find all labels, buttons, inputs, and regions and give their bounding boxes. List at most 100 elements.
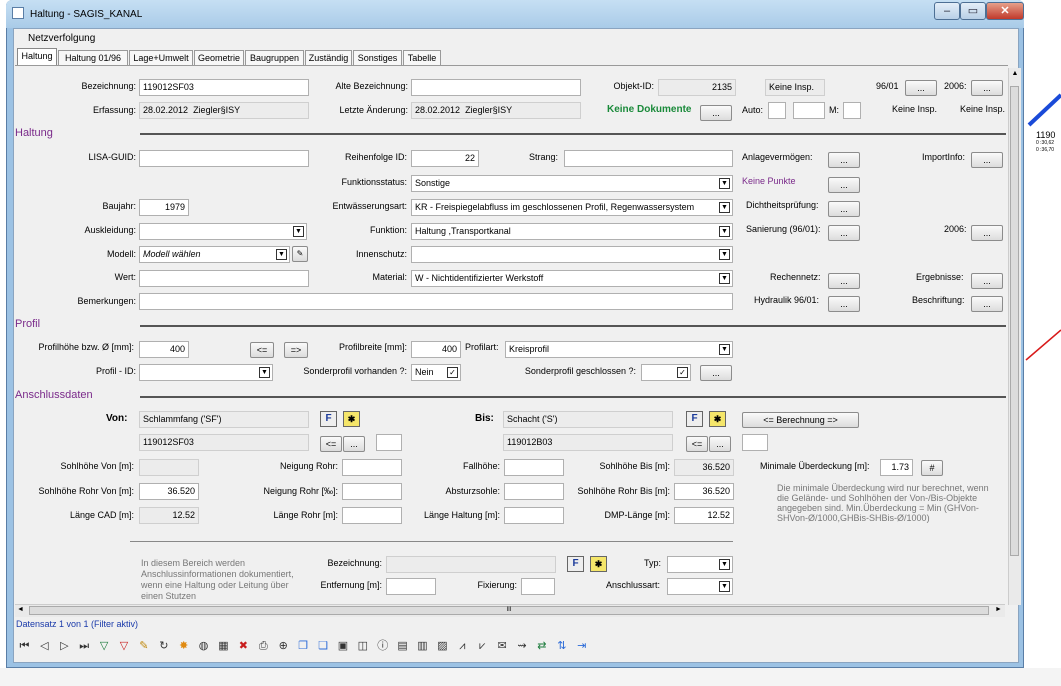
funktionsstatus-select[interactable]: Sonstige ▼ — [411, 175, 733, 192]
chevron-down-icon[interactable]: ▼ — [719, 249, 730, 260]
doc2-icon[interactable]: ▥ — [416, 640, 429, 653]
bis-extra-field[interactable] — [742, 434, 768, 451]
von-more-button[interactable]: ... — [343, 436, 365, 452]
material-select[interactable]: W - Nichtidentifizierter Werkstoff ▼ — [411, 270, 733, 287]
lisa-guid-field[interactable] — [139, 150, 309, 167]
punkte-button[interactable]: ... — [828, 177, 860, 193]
sonderprofil-geschlossen-field[interactable]: ✓ — [641, 364, 691, 381]
filter-add-icon[interactable]: ▽ — [98, 640, 111, 653]
chart-icon[interactable]: ⩘ — [456, 640, 469, 653]
reihenfolge-field[interactable]: 22 — [411, 150, 479, 167]
min-ueberdeckung-field[interactable]: 1.73 — [880, 459, 913, 476]
globe-icon[interactable]: ◍ — [197, 640, 210, 653]
dokumente-button[interactable]: ... — [700, 105, 732, 121]
profilart-select[interactable]: Kreisprofil ▼ — [505, 341, 733, 358]
sanierung-2006-button[interactable]: ... — [971, 225, 1003, 241]
chevron-down-icon[interactable]: ▼ — [276, 249, 287, 260]
print-icon[interactable]: ⎙ — [257, 640, 270, 653]
neigung-rohr-field[interactable] — [342, 459, 402, 476]
sonderprofil-field[interactable]: Nein ✓ — [411, 364, 461, 381]
info-icon[interactable]: ⓘ — [376, 640, 389, 653]
bezeichnung-field[interactable]: 119012SF03 — [139, 79, 309, 96]
bis-f-button[interactable]: F — [686, 411, 703, 427]
filter-remove-icon[interactable]: ▽ — [118, 640, 131, 653]
min-ueberdeckung-button[interactable]: # — [921, 460, 943, 476]
tab-geometrie[interactable]: Geometrie — [194, 50, 244, 65]
doc-icon[interactable]: ▤ — [396, 640, 409, 653]
ergebnisse-button[interactable]: ... — [971, 273, 1003, 289]
profilhoehe-field[interactable]: 400 — [139, 341, 189, 358]
auto-field[interactable] — [768, 102, 786, 119]
m-field[interactable] — [843, 102, 861, 119]
horizontal-scrollbar[interactable]: ◄ III ► — [15, 604, 1005, 617]
image-icon[interactable]: ▨ — [436, 640, 449, 653]
tab-tabelle[interactable]: Tabelle — [403, 50, 441, 65]
first-icon[interactable]: ⏮ — [18, 640, 31, 653]
profil-copy-left-button[interactable]: <= — [250, 342, 274, 358]
profilbreite-field[interactable]: 400 — [411, 341, 461, 358]
scroll-up-icon[interactable]: ▲ — [1010, 70, 1020, 80]
link-icon[interactable]: ⇝ — [516, 640, 529, 653]
von-copy-button[interactable]: <= — [320, 436, 342, 452]
last-icon[interactable]: ⏭ — [78, 640, 91, 653]
minimize-button[interactable]: – — [934, 2, 960, 20]
modell-select[interactable]: Modell wählen ▼ — [139, 246, 290, 263]
title-bar[interactable]: Haltung - SAGIS_KANAL – ▭ ✕ — [6, 0, 1024, 28]
chevron-down-icon[interactable]: ▼ — [719, 226, 730, 237]
hydraulik-button[interactable]: ... — [828, 296, 860, 312]
menu-netzverfolgung[interactable]: Netzverfolgung — [28, 33, 95, 44]
stutzen-entfernung-field[interactable] — [386, 578, 436, 595]
scroll-thumb[interactable]: III — [29, 606, 989, 615]
scroll-thumb[interactable] — [1010, 86, 1019, 556]
auskleidung-select[interactable]: ▼ — [139, 223, 307, 240]
bis-more-button[interactable]: ... — [709, 436, 731, 452]
profil-id-select[interactable]: ▼ — [139, 364, 273, 381]
tab-baugruppen[interactable]: Baugruppen — [245, 50, 304, 65]
scroll-right-icon[interactable]: ► — [995, 606, 1002, 613]
sonderprofil-button[interactable]: ... — [700, 365, 732, 381]
chevron-down-icon[interactable]: ▼ — [719, 202, 730, 213]
vertical-scrollbar[interactable]: ▲ — [1008, 68, 1021, 605]
2006-button[interactable]: ... — [971, 80, 1003, 96]
sohlhoehe-rohr-von-field[interactable]: 36.520 — [139, 483, 199, 500]
baujahr-field[interactable]: 1979 — [139, 199, 189, 216]
stutzen-typ-select[interactable]: ▼ — [667, 556, 733, 573]
wert-field[interactable] — [139, 270, 309, 287]
chevron-down-icon[interactable]: ▼ — [719, 273, 730, 284]
innenschutz-select[interactable]: ▼ — [411, 246, 733, 263]
tab-zustaendig[interactable]: Zuständig — [305, 50, 352, 65]
stutzen-f-button[interactable]: F — [567, 556, 584, 572]
auto-value-field[interactable] — [793, 102, 825, 119]
bis-copy-button[interactable]: <= — [686, 436, 708, 452]
pencil-icon[interactable]: ✎ — [137, 640, 150, 653]
tab-lage-umwelt[interactable]: Lage+Umwelt — [129, 50, 193, 65]
checkbox-icon[interactable]: ✓ — [677, 367, 688, 378]
refresh-icon[interactable]: ↻ — [157, 640, 170, 653]
fallhoehe-field[interactable] — [504, 459, 564, 476]
anlagevermoegen-button[interactable]: ... — [828, 152, 860, 168]
berechnung-button[interactable]: <= Berechnung => — [742, 412, 859, 428]
lightbulb-icon[interactable]: ✱ — [709, 411, 726, 427]
von-f-button[interactable]: F — [320, 411, 337, 427]
tab-sonstiges[interactable]: Sonstiges — [353, 50, 402, 65]
9601-button[interactable]: ... — [905, 80, 937, 96]
profil-copy-right-button[interactable]: => — [284, 342, 308, 358]
keine-dokumente-link[interactable]: Keine Dokumente — [607, 104, 691, 115]
dmp-laenge-field[interactable]: 12.52 — [674, 507, 734, 524]
funktion-select[interactable]: Haltung ,Transportkanal ▼ — [411, 223, 733, 240]
von-extra-field[interactable] — [376, 434, 402, 451]
rechennetz-button[interactable]: ... — [828, 273, 860, 289]
delete-icon[interactable]: ✖ — [237, 640, 250, 653]
chevron-down-icon[interactable]: ▼ — [719, 559, 730, 570]
zoom-icon[interactable]: ⊕ — [277, 640, 290, 653]
chevron-down-icon[interactable]: ▼ — [719, 581, 730, 592]
tab-haltung[interactable]: Haltung — [17, 48, 57, 66]
frame-icon[interactable]: ▣ — [336, 640, 349, 653]
importinfo-button[interactable]: ... — [971, 152, 1003, 168]
stutzen-anschlussart-select[interactable]: ▼ — [667, 578, 733, 595]
stutzen-fixierung-field[interactable] — [521, 578, 555, 595]
lightbulb-icon[interactable]: ✱ — [343, 411, 360, 427]
copy2-icon[interactable]: ❏ — [317, 640, 330, 653]
bemerkungen-field[interactable] — [139, 293, 733, 310]
copy-icon[interactable]: ❐ — [297, 640, 310, 653]
